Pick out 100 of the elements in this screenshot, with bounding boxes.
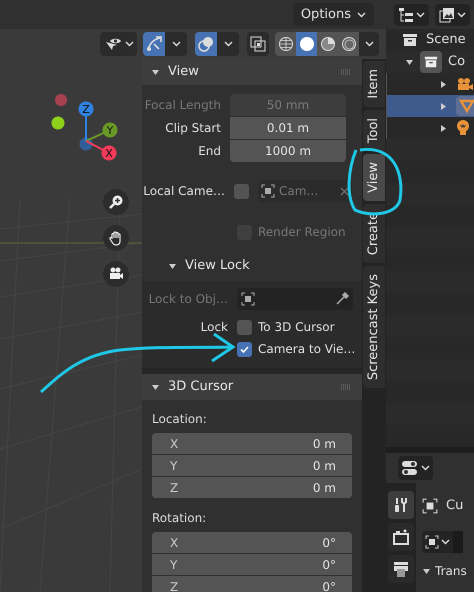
properties-tab[interactable] xyxy=(388,555,414,583)
caret-icon xyxy=(125,41,134,47)
xray-toggle[interactable] xyxy=(247,32,269,56)
checkbox-label: Render Region xyxy=(258,224,346,241)
sidebar-tab[interactable]: Tool xyxy=(363,110,385,151)
vector-field[interactable]: Y 0° xyxy=(152,554,352,575)
caret-icon xyxy=(421,465,430,471)
shading-mode-button[interactable] xyxy=(275,32,296,56)
drag-grip-icon[interactable] xyxy=(340,384,352,390)
zoom-button[interactable] xyxy=(103,189,129,215)
number-field[interactable]: 1000 m xyxy=(230,140,346,162)
hand-button[interactable] xyxy=(103,225,129,251)
movie-camera-button[interactable] xyxy=(103,261,129,287)
filter-dropdown[interactable] xyxy=(435,4,470,26)
field-label: Lock to Obj… xyxy=(148,291,229,308)
checkbox[interactable] xyxy=(237,320,252,334)
tree-list-icon xyxy=(398,6,414,22)
field-value: 0° xyxy=(322,578,336,592)
disclosure-triangle-icon[interactable] xyxy=(439,102,448,110)
field-value: 0 m xyxy=(312,458,336,474)
options-dropdown[interactable]: Options xyxy=(292,3,374,26)
caret-icon xyxy=(457,12,466,18)
printer-icon xyxy=(392,560,410,578)
overlay-toggle[interactable] xyxy=(195,32,217,56)
overlapping-circles-icon xyxy=(197,35,215,53)
number-field[interactable]: 0.01 m xyxy=(230,116,346,138)
light-bulb-icon xyxy=(456,119,470,137)
vector-field[interactable]: X 0 m xyxy=(152,433,352,454)
field-label: Clip Start xyxy=(164,120,222,136)
box-icon xyxy=(420,51,442,73)
vector-field[interactable]: X 0° xyxy=(152,532,352,553)
disclosure-triangle-icon[interactable] xyxy=(405,58,414,66)
vector-field[interactable]: Y 0 m xyxy=(152,455,352,476)
shading-mode-button[interactable] xyxy=(317,32,338,56)
caret-icon xyxy=(364,41,374,47)
field-value: 0° xyxy=(322,556,336,574)
caret-icon xyxy=(224,41,232,47)
zoom-icon xyxy=(108,194,124,210)
panel-title: 3D Cursor xyxy=(168,378,234,396)
disclosure-triangle-icon[interactable] xyxy=(439,124,448,132)
properties-tab[interactable] xyxy=(388,491,414,519)
sidebar-tab[interactable]: Screencast Keys xyxy=(363,266,385,388)
field-label: Lock xyxy=(200,319,229,336)
object-icon xyxy=(261,184,275,198)
eyedropper-icon[interactable] xyxy=(335,292,349,306)
field-label: End xyxy=(197,142,222,160)
checkbox-label: To 3D Cursor xyxy=(258,319,335,336)
panel-title: View xyxy=(168,63,200,82)
outliner-item-label[interactable]: Co xyxy=(448,52,466,72)
checkmark-icon xyxy=(239,344,250,354)
caret-icon xyxy=(416,12,425,18)
checkbox[interactable] xyxy=(234,184,249,198)
shading-mode-button[interactable] xyxy=(338,32,359,56)
wrench-icon xyxy=(392,496,410,514)
section-title[interactable]: Trans xyxy=(435,562,467,580)
subpanel-title: View Lock xyxy=(185,257,250,276)
outliner-row[interactable] xyxy=(386,95,474,117)
caret-icon xyxy=(357,12,366,18)
sidebar-tab[interactable]: View xyxy=(363,154,385,201)
object-name: Cu xyxy=(446,497,464,516)
image-stack-icon xyxy=(439,6,455,22)
disclosure-triangle-icon[interactable] xyxy=(168,262,177,270)
disclosure-triangle-icon[interactable] xyxy=(422,566,431,576)
object-icon xyxy=(422,498,438,514)
gizmo-toggle[interactable] xyxy=(143,32,165,56)
field-value: 0 m xyxy=(312,480,336,496)
section-label: Location: xyxy=(152,411,208,428)
properties-tab[interactable] xyxy=(388,523,414,551)
shading-mode-button[interactable] xyxy=(296,32,317,56)
axis-label: Y xyxy=(170,458,178,474)
vector-field[interactable]: Z 0° xyxy=(152,576,352,592)
placeholder-text: Cam… xyxy=(279,183,320,200)
vector-field[interactable]: Z 0 m xyxy=(152,477,352,498)
close-icon[interactable] xyxy=(340,186,349,196)
caret-icon xyxy=(441,539,450,545)
sidebar-tab[interactable]: Item xyxy=(363,61,385,107)
panel-header[interactable]: View xyxy=(142,59,362,85)
axis-label: Z xyxy=(170,578,178,592)
checkbox[interactable] xyxy=(237,342,252,356)
object-icon xyxy=(425,535,439,549)
camera-back-icon xyxy=(392,528,410,546)
object-type-dropdown[interactable] xyxy=(422,531,453,553)
drag-grip-icon[interactable] xyxy=(340,69,352,75)
disclosure-triangle-icon[interactable] xyxy=(439,80,448,88)
field-label: Focal Length xyxy=(144,96,222,114)
panel-header[interactable]: 3D Cursor xyxy=(142,374,362,400)
disclosure-triangle-icon[interactable] xyxy=(151,68,160,76)
axis-label: X xyxy=(170,534,178,552)
selectability-dropdown[interactable] xyxy=(100,32,137,56)
disclosure-triangle-icon[interactable] xyxy=(151,382,160,392)
outliner-item-label[interactable]: Scene xyxy=(426,30,466,50)
display-mode-dropdown[interactable] xyxy=(394,4,429,26)
field-value: 0 m xyxy=(312,436,336,452)
axis-label: Z xyxy=(170,480,178,496)
object-picker-field[interactable] xyxy=(237,288,353,310)
editor-type-dropdown[interactable] xyxy=(398,456,433,480)
outliner-row[interactable] xyxy=(386,73,474,95)
subpanel-header[interactable]: View Lock xyxy=(142,254,362,278)
caret-icon xyxy=(172,41,180,47)
gizmo-arrow-icon xyxy=(145,35,163,53)
